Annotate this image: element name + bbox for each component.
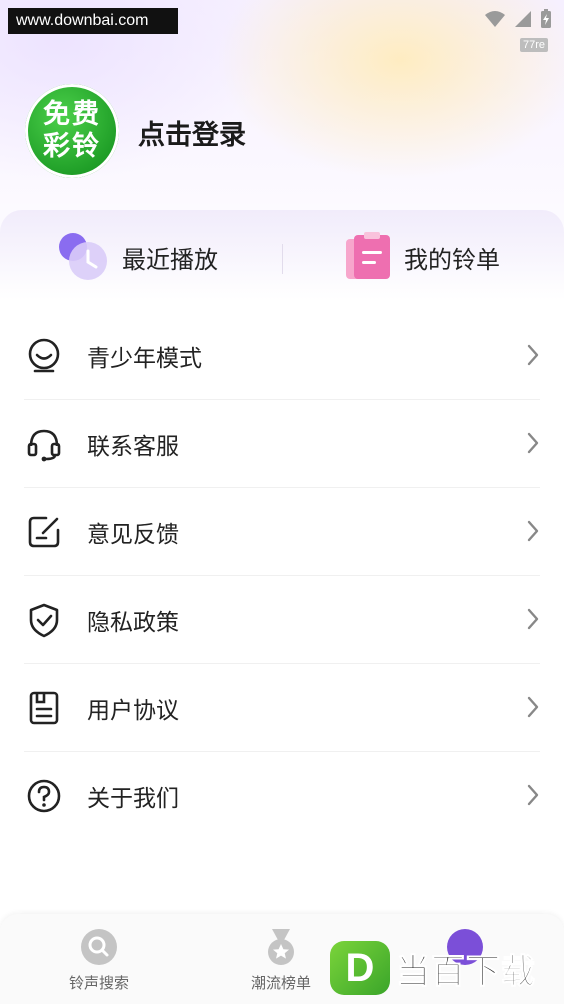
chevron-right-icon: [527, 608, 539, 630]
menu-label: 意见反馈: [87, 521, 179, 548]
menu-item-teen-mode[interactable]: 青少年模式: [24, 312, 540, 400]
watermark-text: 当百下载: [396, 951, 536, 992]
recent-play-label: 最近播放: [122, 245, 218, 274]
watermark-logo: D: [330, 941, 390, 995]
chevron-right-icon: [527, 344, 539, 366]
menu-label: 隐私政策: [87, 609, 179, 636]
nav-tab-trend-chart[interactable]: 潮流榜单: [226, 928, 336, 993]
chevron-right-icon: [527, 784, 539, 806]
chevron-right-icon: [527, 520, 539, 542]
my-ringlist-button[interactable]: 我的铃单: [342, 232, 500, 282]
network-speed-badge: 77re: [519, 38, 548, 52]
search-icon: [81, 929, 117, 965]
recent-play-button[interactable]: 最近播放: [58, 232, 218, 282]
settings-menu: 青少年模式 联系客服 意见反馈 隐私政策 用户协议 关于我们: [24, 312, 540, 840]
nav-label: 潮流榜单: [250, 974, 311, 992]
child-face-icon: [28, 338, 60, 372]
recent-play-icon: [59, 233, 107, 280]
status-bar: [484, 8, 552, 30]
chevron-right-icon: [527, 432, 539, 454]
nav-label: 铃声搜索: [68, 974, 129, 992]
watermark-bottom: D 当百下载: [330, 938, 564, 998]
menu-label: 联系客服: [87, 433, 179, 460]
menu-item-about-us[interactable]: 关于我们: [24, 752, 540, 840]
quick-divider: [282, 244, 283, 274]
headset-icon: [27, 429, 61, 461]
nav-tab-ringtone-search[interactable]: 铃声搜索: [44, 928, 154, 993]
avatar[interactable]: 免费 彩铃: [25, 84, 119, 178]
battery-icon: [541, 9, 551, 28]
chevron-right-icon: [527, 696, 539, 718]
my-ringlist-label: 我的铃单: [404, 245, 500, 274]
menu-label: 用户协议: [87, 697, 179, 724]
menu-item-feedback[interactable]: 意见反馈: [24, 488, 540, 576]
question-circle-icon: [27, 779, 61, 813]
watermark-top: www.downbai.com: [8, 8, 178, 34]
menu-label: 青少年模式: [87, 345, 202, 372]
document-icon: [29, 691, 59, 724]
menu-label: 关于我们: [87, 786, 179, 812]
cellular-signal-icon: [515, 11, 531, 27]
feedback-edit-icon: [28, 516, 60, 547]
menu-item-user-agreement[interactable]: 用户协议: [24, 664, 540, 752]
menu-item-privacy-policy[interactable]: 隐私政策: [24, 576, 540, 664]
menu-item-customer-service[interactable]: 联系客服: [24, 400, 540, 488]
avatar-text-line1: 免费: [43, 99, 101, 130]
shield-check-icon: [29, 603, 59, 637]
wifi-icon: [485, 11, 505, 27]
ringlist-clipboard-icon: [346, 232, 390, 279]
login-button[interactable]: 点击登录: [138, 113, 246, 152]
medal-star-icon: [268, 929, 294, 965]
quick-access-card: 最近播放 我的铃单: [0, 210, 564, 300]
avatar-text-line2: 彩铃: [43, 131, 101, 162]
